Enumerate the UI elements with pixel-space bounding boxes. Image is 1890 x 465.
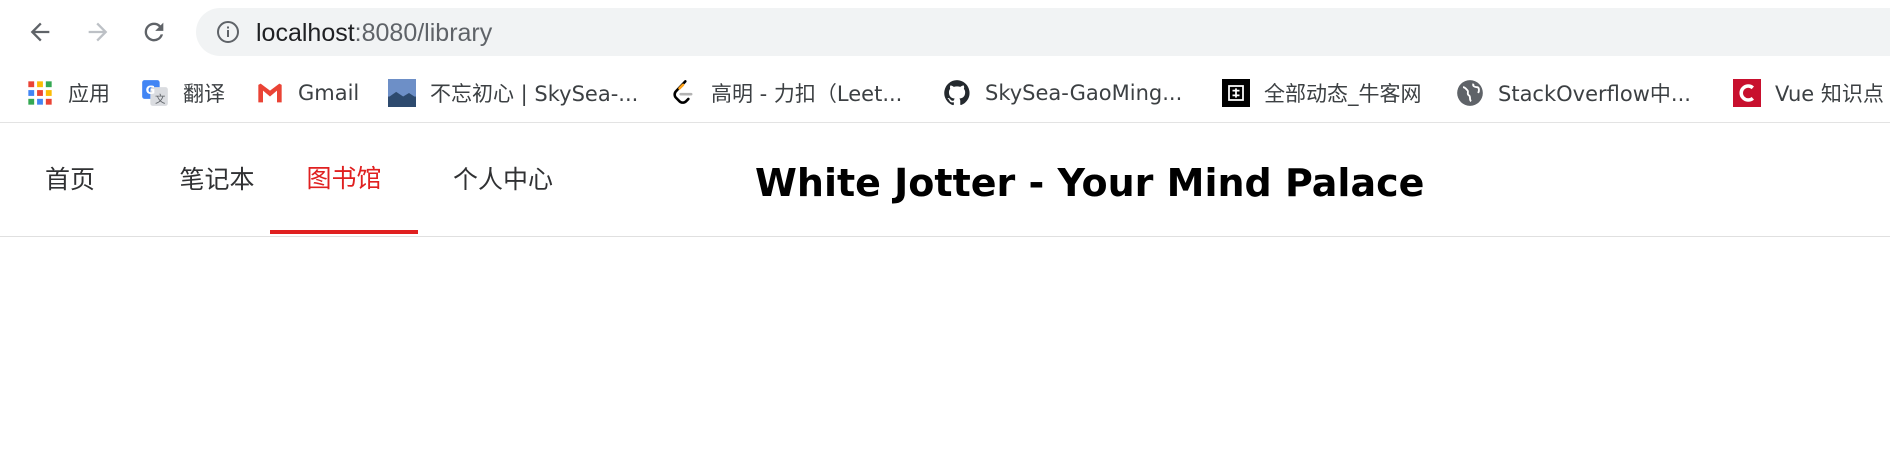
bookmark-label: 翻译	[183, 82, 225, 106]
bookmark-nowcoder[interactable]: 全部动态_牛客网	[1222, 76, 1422, 110]
site-nav-bar: 首页 笔记本 图书馆 个人中心 White Jotter - Your Mind…	[0, 123, 1890, 237]
reload-button[interactable]	[134, 14, 174, 50]
back-arrow-icon	[30, 22, 50, 42]
forward-arrow-icon	[88, 22, 108, 42]
browser-toolbar: localhost:8080/library	[0, 0, 1890, 64]
leetcode-icon	[673, 80, 693, 104]
url-host: localhost	[256, 19, 355, 47]
forward-button[interactable]	[78, 14, 118, 50]
url-text[interactable]: localhost:8080/library	[256, 19, 492, 47]
bookmark-label: Vue 知识点	[1775, 82, 1884, 106]
bookmark-apps[interactable]: 应用	[26, 76, 110, 110]
site-title: White Jotter - Your Mind Palace	[755, 161, 1425, 205]
bookmark-translate[interactable]: G 文 翻译	[141, 76, 225, 110]
bookmark-skysea-blog[interactable]: 不忘初心 | SkySea-...	[388, 76, 638, 110]
bookmark-label: Gmail	[298, 81, 360, 105]
nav-item-label: 图书馆	[306, 163, 382, 193]
nav-item-label: 笔记本	[179, 164, 255, 194]
csdn-icon	[1733, 79, 1761, 107]
nav-item-label: 首页	[44, 164, 95, 194]
back-button[interactable]	[20, 14, 60, 50]
reload-icon	[144, 22, 164, 42]
nav-item-personal-center[interactable]: 个人中心	[438, 123, 568, 232]
bookmark-label: 不忘初心 | SkySea-...	[430, 82, 639, 106]
svg-text:文: 文	[155, 92, 166, 105]
google-translate-icon: G 文	[142, 80, 168, 106]
bookmark-leetcode[interactable]: 高明 - 力扣（Leet...	[669, 76, 902, 110]
bookmark-label: SkySea-GaoMing...	[985, 81, 1183, 105]
globe-icon	[1457, 80, 1483, 106]
bookmark-stackoverflow-cn[interactable]: StackOverflow中...	[1456, 76, 1691, 110]
bookmark-gmail[interactable]: Gmail	[256, 76, 359, 110]
bookmark-github[interactable]: SkySea-GaoMing...	[943, 76, 1182, 110]
svg-text:G: G	[146, 83, 156, 97]
bookmark-label: 高明 - 力扣（Leet...	[711, 82, 903, 106]
bookmark-label: 应用	[68, 82, 110, 106]
url-path: :8080/library	[354, 19, 493, 47]
bookmarks-bar: 应用 G 文 翻译 Gmail 不忘初心 | SkySea-... 高明 - 力…	[0, 64, 1890, 123]
nav-item-notebook[interactable]: 笔记本	[143, 123, 291, 232]
github-icon	[944, 80, 970, 106]
bookmark-label: StackOverflow中...	[1498, 82, 1691, 106]
address-bar[interactable]: localhost:8080/library	[196, 8, 1890, 56]
nav-item-library[interactable]: 图书馆	[270, 123, 418, 234]
nav-item-home[interactable]: 首页	[20, 123, 120, 232]
gmail-icon	[258, 83, 282, 103]
info-icon[interactable]	[216, 20, 240, 44]
page-content-area	[0, 237, 1890, 465]
nowcoder-icon	[1222, 79, 1250, 107]
landscape-thumbnail-icon	[388, 79, 416, 107]
nav-item-label: 个人中心	[452, 164, 553, 194]
bookmark-csdn-vue[interactable]: Vue 知识点	[1733, 76, 1884, 110]
apps-grid-icon	[28, 81, 52, 105]
bookmark-label: 全部动态_牛客网	[1264, 82, 1422, 106]
